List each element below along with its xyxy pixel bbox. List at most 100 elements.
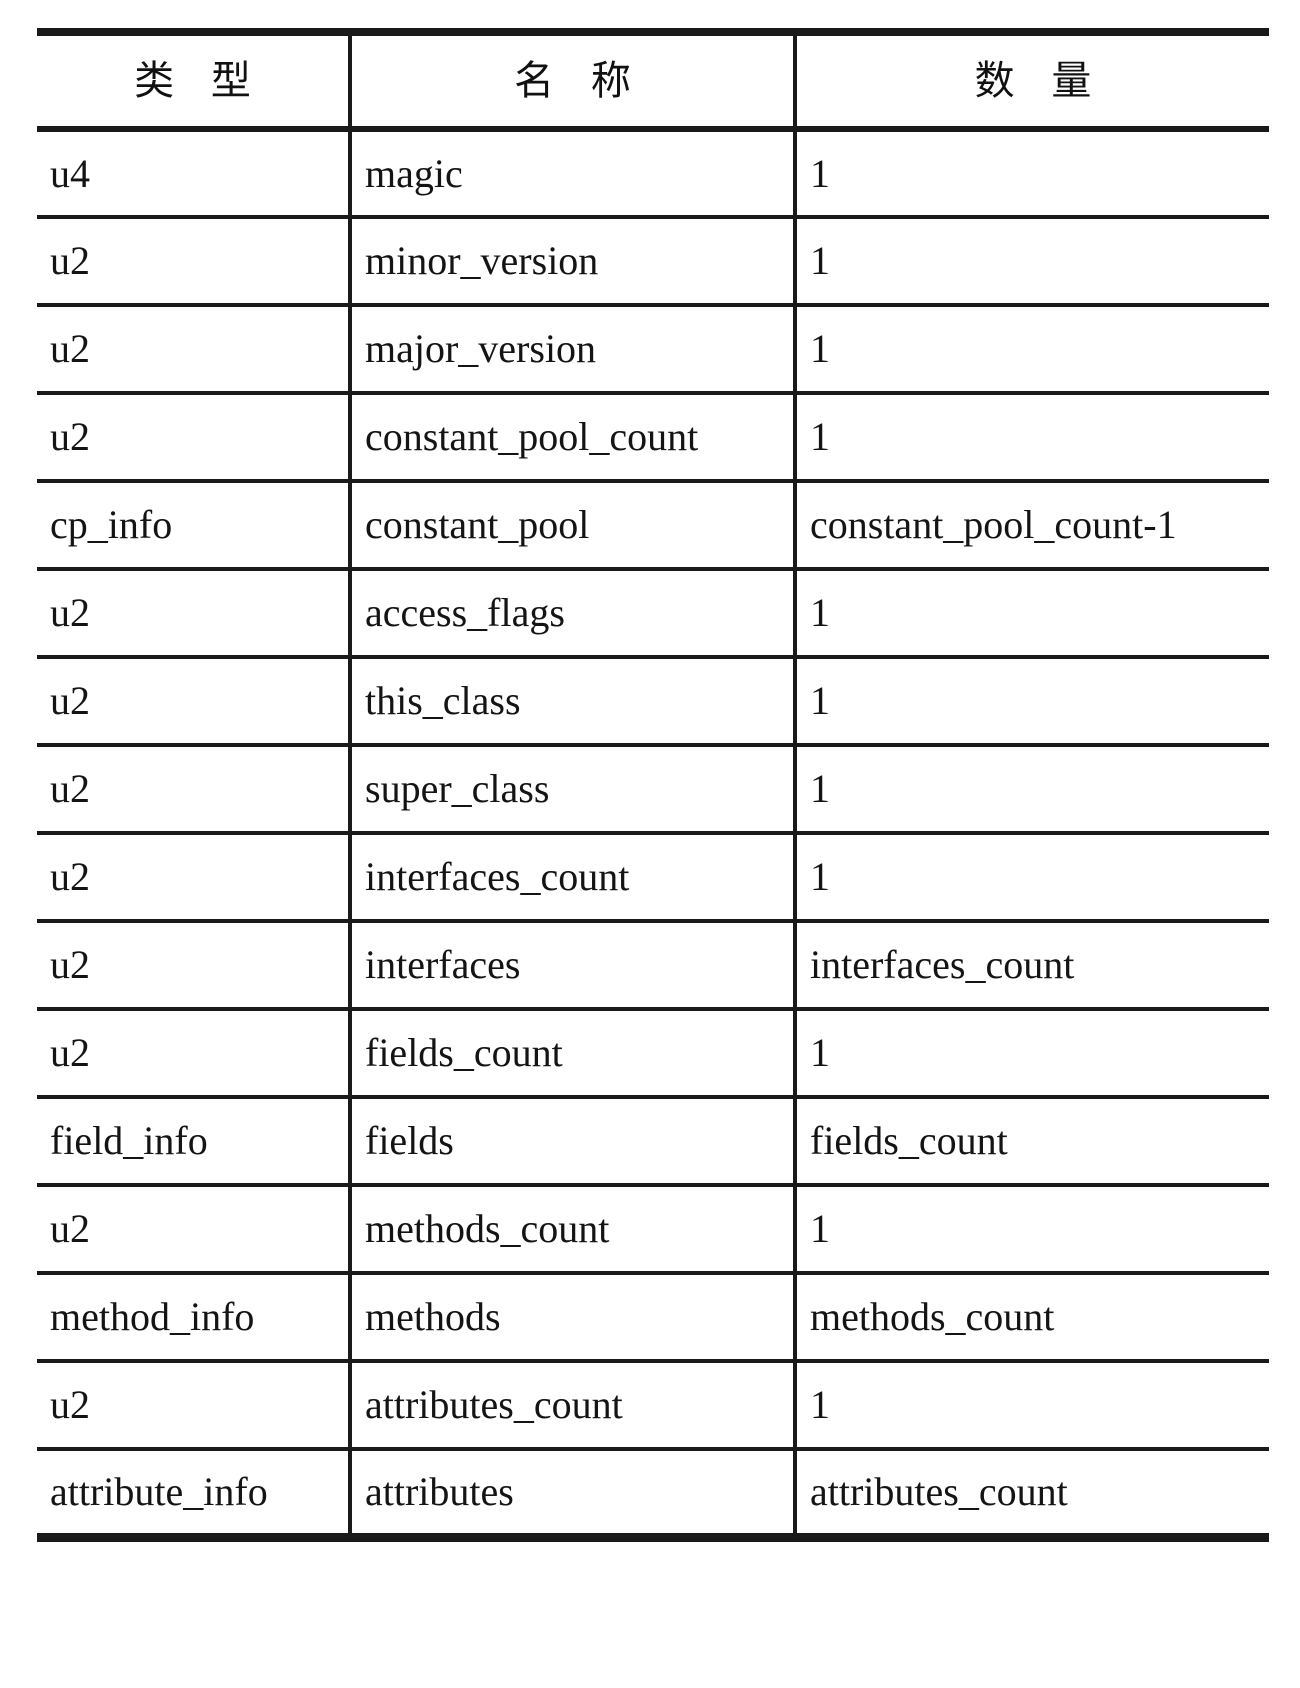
cell-name: interfaces_count (350, 833, 797, 923)
cell-name: fields_count (350, 1009, 797, 1099)
cell-quantity-label: attributes_count (810, 1468, 1068, 1514)
cell-quantity: methods_count (795, 1273, 1269, 1363)
page: 类 型 名 称 数 量 u4 magic 1 u2 minor_version 1 u2 ma… (0, 0, 1300, 1688)
cell-quantity: 1 (795, 217, 1269, 307)
cell-name: this_class (350, 657, 797, 747)
cell-name: fields (350, 1097, 797, 1187)
cell-type-label: u2 (50, 942, 90, 987)
cell-type: cp_info (37, 481, 352, 571)
column-header-quantity-label: 数 量 (974, 58, 1104, 104)
table-row: u2 fields_count 1 (37, 1009, 1269, 1099)
cell-type: field_info (37, 1097, 352, 1187)
cell-name: access_flags (350, 569, 797, 659)
cell-quantity-label: interfaces_count (810, 942, 1075, 987)
table-row: u4 magic 1 (37, 129, 1269, 219)
column-header-type-label: 类 型 (134, 58, 263, 104)
table-row: cp_info constant_pool constant_pool_count-… (37, 481, 1269, 571)
cell-type-label: cp_info (50, 502, 173, 547)
cell-type-label: u2 (50, 678, 90, 723)
cell-name-label: interfaces_count (365, 854, 630, 899)
cell-name: attributes_count (350, 1361, 797, 1451)
cell-name-label: constant_pool (365, 502, 590, 547)
cell-type: attribute_info (37, 1449, 352, 1542)
column-header-type: 类 型 (37, 28, 352, 132)
cell-quantity-label: 1 (810, 1030, 830, 1075)
cell-quantity-label: 1 (810, 678, 830, 723)
cell-type: u2 (37, 1361, 352, 1451)
table-row: attribute_info attributes attributes_count (37, 1449, 1269, 1542)
cell-quantity-label: 1 (810, 150, 830, 196)
cell-name-label: major_version (365, 326, 597, 371)
cell-name-label: fields (365, 1118, 454, 1163)
cell-name-label: methods (365, 1294, 501, 1339)
class-file-structure-table: 类 型 名 称 数 量 u4 magic 1 u2 minor_version 1 u2 ma… (37, 28, 1269, 1542)
table-row: u2 major_version 1 (37, 305, 1269, 395)
cell-name-label: access_flags (365, 590, 565, 635)
cell-type: u2 (37, 305, 352, 395)
cell-type-label: attribute_info (50, 1468, 268, 1514)
cell-type-label: u2 (50, 1382, 90, 1427)
cell-name-label: constant_pool_count (365, 414, 699, 459)
table-row: u2 minor_version 1 (37, 217, 1269, 307)
cell-type-label: u2 (50, 854, 90, 899)
table-row: u2 this_class 1 (37, 657, 1269, 747)
cell-name: attributes (350, 1449, 797, 1542)
cell-name: constant_pool_count (350, 393, 797, 483)
cell-type-label: u2 (50, 766, 90, 811)
column-header-name-label: 名 称 (514, 58, 643, 104)
cell-quantity: interfaces_count (795, 921, 1269, 1011)
cell-name: minor_version (350, 217, 797, 307)
cell-quantity-label: 1 (810, 590, 830, 635)
cell-type-label: u2 (50, 1030, 90, 1075)
column-header-name: 名 称 (350, 28, 797, 132)
table-row: u2 constant_pool_count 1 (37, 393, 1269, 483)
cell-type: u2 (37, 569, 352, 659)
table-row: u2 interfaces interfaces_count (37, 921, 1269, 1011)
table-header-row: 类 型 名 称 数 量 (37, 28, 1269, 132)
cell-quantity-label: 1 (810, 414, 830, 459)
cell-type-label: u2 (50, 414, 90, 459)
cell-name-label: this_class (365, 678, 521, 723)
cell-quantity: attributes_count (795, 1449, 1269, 1542)
cell-type-label: u2 (50, 238, 90, 283)
cell-name-label: minor_version (365, 238, 599, 283)
table-row: u2 access_flags 1 (37, 569, 1269, 659)
cell-quantity-label: 1 (810, 1206, 830, 1251)
cell-quantity-label: 1 (810, 1382, 830, 1427)
cell-name-label: attributes_count (365, 1382, 623, 1427)
cell-name: methods (350, 1273, 797, 1363)
cell-name: super_class (350, 745, 797, 835)
cell-name: methods_count (350, 1185, 797, 1275)
cell-type: u2 (37, 921, 352, 1011)
cell-quantity: 1 (795, 129, 1269, 219)
cell-quantity: 1 (795, 745, 1269, 835)
cell-type-label: field_info (50, 1118, 208, 1163)
cell-quantity: 1 (795, 1185, 1269, 1275)
cell-name-label: magic (365, 150, 463, 196)
cell-type-label: u4 (50, 150, 90, 196)
cell-quantity: constant_pool_count-1 (795, 481, 1269, 571)
cell-type-label: method_info (50, 1294, 255, 1339)
cell-quantity: 1 (795, 1009, 1269, 1099)
cell-type: u2 (37, 393, 352, 483)
cell-name: constant_pool (350, 481, 797, 571)
table-row: u2 methods_count 1 (37, 1185, 1269, 1275)
cell-type: u2 (37, 833, 352, 923)
cell-name-label: methods_count (365, 1206, 610, 1251)
column-header-quantity: 数 量 (795, 28, 1269, 132)
cell-type: u2 (37, 217, 352, 307)
table-row: method_info methods methods_count (37, 1273, 1269, 1363)
cell-quantity: fields_count (795, 1097, 1269, 1187)
cell-type: u2 (37, 1185, 352, 1275)
table-row: field_info fields fields_count (37, 1097, 1269, 1187)
cell-type: u2 (37, 1009, 352, 1099)
cell-type: method_info (37, 1273, 352, 1363)
cell-name-label: super_class (365, 766, 550, 811)
cell-quantity: 1 (795, 393, 1269, 483)
cell-quantity-label: methods_count (810, 1294, 1055, 1339)
cell-name-label: attributes (365, 1468, 514, 1514)
cell-name: interfaces (350, 921, 797, 1011)
table-header: 类 型 名 称 数 量 (37, 28, 1269, 132)
cell-type-label: u2 (50, 1206, 90, 1251)
cell-type-label: u2 (50, 326, 90, 371)
